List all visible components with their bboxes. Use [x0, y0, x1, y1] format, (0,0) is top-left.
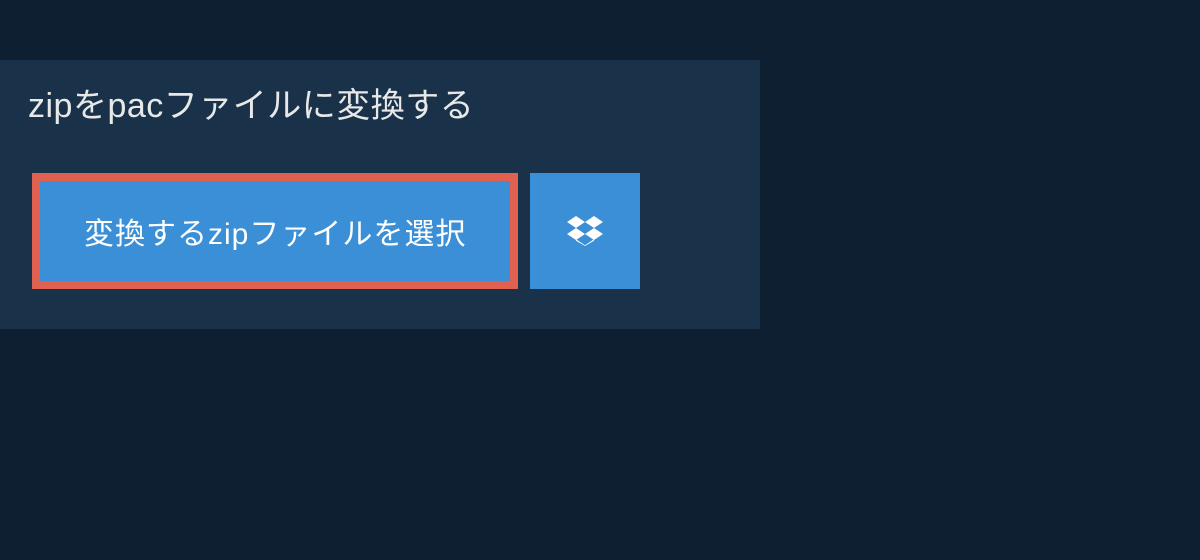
- dropbox-icon: [567, 213, 603, 249]
- page-title: zipをpacファイルに変換する: [28, 78, 572, 127]
- dropbox-button[interactable]: [530, 173, 640, 289]
- converter-panel: zipをpacファイルに変換する 変換するzipファイルを選択: [0, 60, 760, 329]
- title-bar: zipをpacファイルに変換する: [0, 60, 600, 145]
- select-file-label: 変換するzipファイルを選択: [84, 209, 466, 253]
- action-row: 変換するzipファイルを選択: [0, 145, 760, 289]
- select-file-button[interactable]: 変換するzipファイルを選択: [32, 173, 518, 289]
